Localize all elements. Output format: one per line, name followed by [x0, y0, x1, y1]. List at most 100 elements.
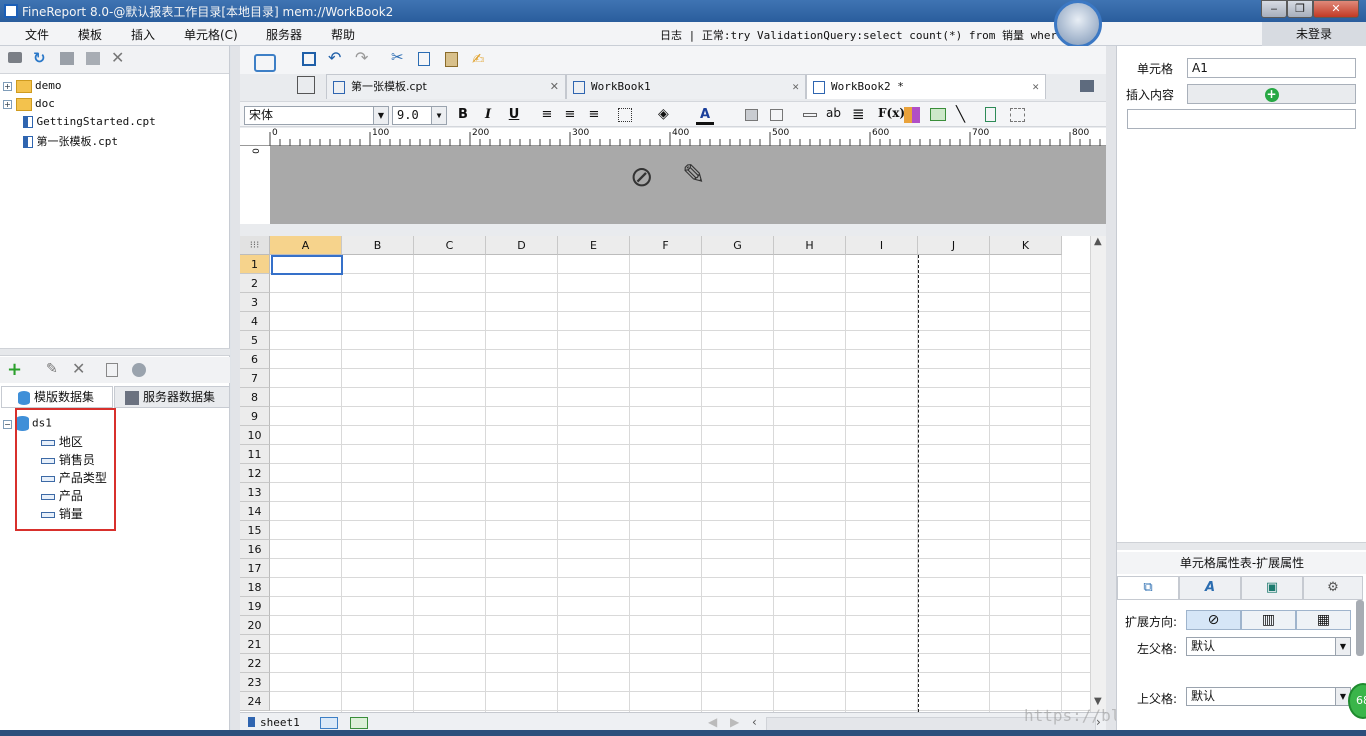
row-header[interactable]: 12: [240, 464, 270, 483]
save-icon[interactable]: [302, 52, 316, 66]
collapse-icon[interactable]: −: [3, 419, 12, 429]
select-all-corner[interactable]: ⁝⁝⁝: [240, 236, 270, 255]
close-tab-icon[interactable]: ✕: [1032, 75, 1039, 99]
column-header[interactable]: D: [486, 236, 558, 255]
tree-item-doc[interactable]: + doc: [3, 97, 55, 111]
tab-expand-props[interactable]: ⧉: [1117, 576, 1179, 600]
hscroll-left-icon[interactable]: ‹: [752, 715, 757, 729]
column-header[interactable]: F: [630, 236, 702, 255]
left-collapse-bar[interactable]: [231, 46, 240, 736]
close-tab-icon[interactable]: ✕: [550, 75, 559, 99]
row-header[interactable]: 22: [240, 654, 270, 673]
row-header[interactable]: 1: [240, 255, 270, 274]
row-header[interactable]: 3: [240, 293, 270, 312]
format-painter-icon[interactable]: ✍: [472, 50, 485, 68]
hide-eye-icon[interactable]: ⊘: [630, 160, 653, 193]
search-panel-icon[interactable]: [254, 54, 276, 72]
font-color-icon[interactable]: A: [696, 107, 714, 125]
row-header[interactable]: 8: [240, 388, 270, 407]
font-size-select[interactable]: 9.0 ▼: [392, 106, 447, 125]
row-header[interactable]: 16: [240, 540, 270, 559]
spreadsheet-grid[interactable]: ⁝⁝⁝ ABCDEFGHIJK 1 2 3 4 5 6 7 8 9 10 11 12 13 14 15 16 1…: [240, 236, 1090, 712]
new-tab-icon[interactable]: [297, 76, 315, 94]
align-right-icon[interactable]: ≡: [585, 107, 603, 122]
minimize-button[interactable]: ‒: [1261, 0, 1287, 18]
expand-none-button[interactable]: ⊘: [1186, 610, 1241, 630]
insert-content-button[interactable]: +: [1187, 84, 1356, 104]
row-header[interactable]: 24: [240, 692, 270, 711]
row-header[interactable]: 10: [240, 426, 270, 445]
expand-vertical-button[interactable]: ▥: [1241, 610, 1296, 630]
undo-icon[interactable]: ↶: [328, 48, 341, 67]
add-form-sheet-icon[interactable]: [350, 717, 368, 729]
refresh-icon[interactable]: ↻: [33, 49, 46, 67]
paste-icon[interactable]: [445, 52, 458, 67]
remove-icon[interactable]: ✕: [72, 359, 85, 378]
cut-icon[interactable]: ✂: [391, 48, 404, 66]
sheet-next-icon[interactable]: ▶: [730, 715, 739, 729]
tree-item-gettingstarted[interactable]: GettingStarted.cpt: [23, 115, 156, 128]
pane-splitter[interactable]: [1117, 542, 1366, 550]
cell-address-input[interactable]: A1: [1187, 58, 1356, 78]
paragraph-icon[interactable]: ≣: [852, 105, 865, 123]
menu-template[interactable]: 模板: [78, 26, 102, 43]
expand-horizontal-button[interactable]: ▦: [1296, 610, 1351, 630]
edit-icon[interactable]: ✎: [46, 361, 58, 377]
scroll-up-icon[interactable]: ▲: [1094, 236, 1102, 247]
row-header[interactable]: 21: [240, 635, 270, 654]
doc-tab-workbook2[interactable]: WorkBook2 * ✕: [806, 74, 1046, 99]
doc-tab-first-template[interactable]: 第一张模板.cpt ✕: [326, 74, 566, 99]
menu-server[interactable]: 服务器: [266, 26, 302, 43]
toggle-icon[interactable]: [60, 52, 74, 65]
cell-content-input[interactable]: [1127, 109, 1356, 129]
text-ab-icon[interactable]: ab: [826, 106, 841, 120]
align-center-icon[interactable]: ≡: [561, 107, 579, 122]
pane-splitter[interactable]: [0, 348, 230, 356]
props-scrollbar[interactable]: [1356, 600, 1364, 656]
menu-file[interactable]: 文件: [25, 26, 49, 43]
expand-icon[interactable]: +: [3, 82, 12, 91]
tab-other-props[interactable]: ⚙: [1303, 576, 1363, 600]
row-header[interactable]: 6: [240, 350, 270, 369]
tab-template-datasets[interactable]: 模版数据集: [1, 386, 113, 408]
tab-style-props[interactable]: A: [1179, 576, 1241, 600]
column-header[interactable]: K: [990, 236, 1062, 255]
subreport-icon[interactable]: [985, 107, 996, 122]
column-header[interactable]: G: [702, 236, 774, 255]
column-header[interactable]: J: [918, 236, 990, 255]
doc-tab-workbook1[interactable]: WorkBook1 ✕: [566, 74, 806, 99]
column-header[interactable]: A: [270, 236, 342, 255]
vertical-scrollbar[interactable]: ▲ ▼: [1090, 236, 1106, 712]
connection-icon[interactable]: [132, 363, 146, 377]
tree-item-demo[interactable]: + demo: [3, 79, 62, 93]
menu-insert[interactable]: 插入: [131, 26, 155, 43]
delete-icon[interactable]: ✕: [111, 48, 124, 67]
unmerge-cells-icon[interactable]: [770, 109, 783, 121]
selected-cell[interactable]: [271, 255, 343, 275]
row-header[interactable]: 9: [240, 407, 270, 426]
row-header[interactable]: 13: [240, 483, 270, 502]
open-folder-icon[interactable]: [8, 52, 22, 63]
merge-cells-icon[interactable]: [745, 109, 758, 121]
column-header[interactable]: C: [414, 236, 486, 255]
border-icon[interactable]: [618, 108, 632, 122]
cell-style-icon[interactable]: [1010, 108, 1025, 122]
row-header[interactable]: 5: [240, 331, 270, 350]
text-field-icon[interactable]: [803, 113, 817, 117]
column-header[interactable]: E: [558, 236, 630, 255]
row-header[interactable]: 11: [240, 445, 270, 464]
bold-button[interactable]: B: [454, 107, 472, 122]
preview-icon[interactable]: [106, 363, 118, 377]
copy-icon[interactable]: [418, 52, 430, 66]
redo-icon[interactable]: ↷: [355, 48, 368, 67]
font-family-select[interactable]: 宋体 ▼: [244, 106, 389, 125]
maximize-button[interactable]: ❐: [1287, 0, 1313, 18]
sheet-prev-icon[interactable]: ◀: [708, 715, 717, 729]
column-header[interactable]: I: [846, 236, 918, 255]
tree-item-first-template[interactable]: 第一张模板.cpt: [23, 133, 118, 149]
sheet-tab[interactable]: sheet1: [260, 716, 300, 729]
expand-icon[interactable]: +: [3, 100, 12, 109]
log-status-text[interactable]: 日志 | 正常:try ValidationQuery:select count…: [660, 27, 1077, 43]
add-dataset-icon[interactable]: +: [7, 359, 22, 380]
row-header[interactable]: 19: [240, 597, 270, 616]
